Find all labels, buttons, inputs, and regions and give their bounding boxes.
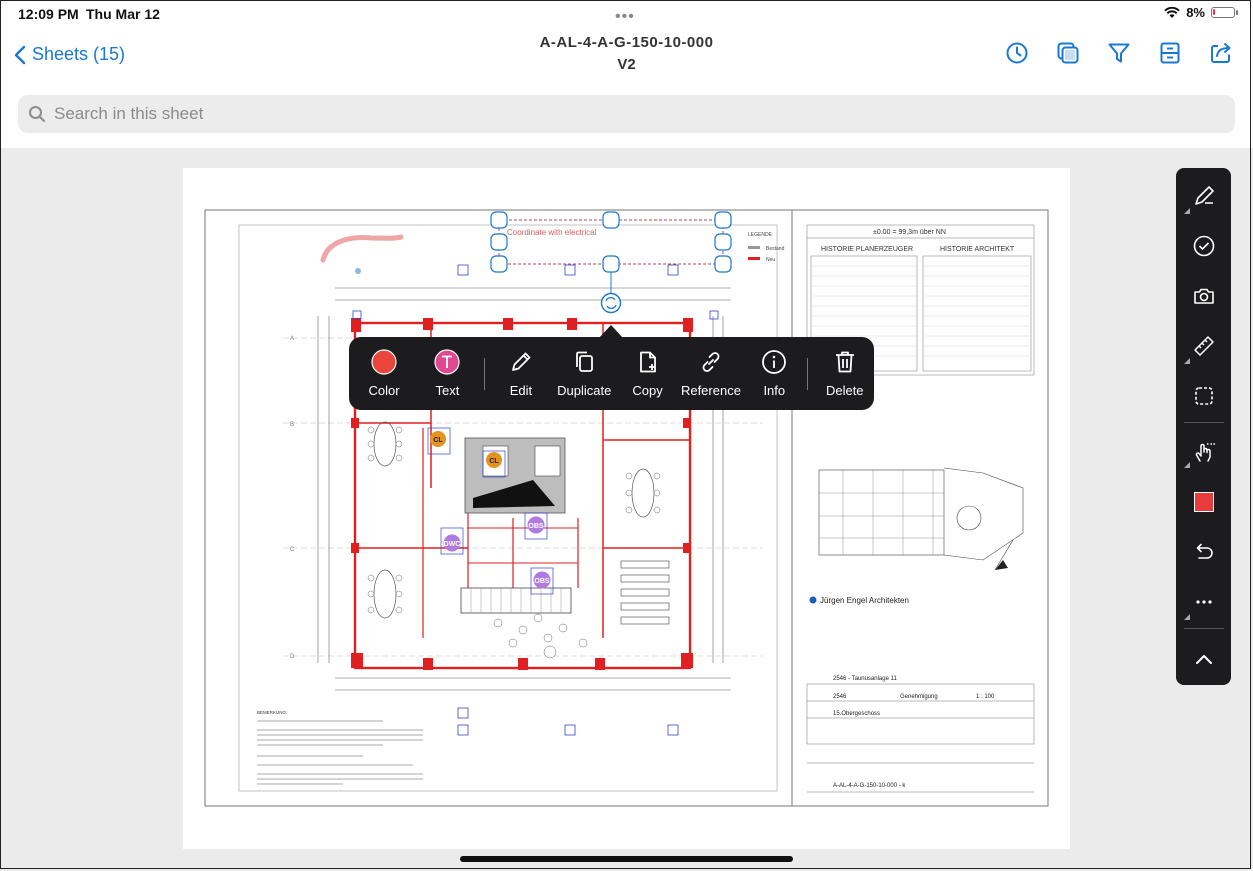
tag-cl-2[interactable]: CL <box>489 458 499 465</box>
measure-tool-button[interactable] <box>1190 332 1218 360</box>
legend-neu: Neu <box>766 257 775 263</box>
undo-icon <box>1196 543 1213 559</box>
ruler-icon <box>1194 336 1214 356</box>
hand-submenu-indicator <box>1184 462 1190 468</box>
copy-button[interactable]: Copy <box>619 337 676 410</box>
text-button[interactable]: Text <box>419 337 476 410</box>
pen-tool-button[interactable] <box>1190 182 1218 210</box>
search-row <box>0 88 1253 148</box>
floor-name: 15.Obergeschoss <box>833 711 880 717</box>
info-button[interactable]: Info <box>746 337 803 410</box>
svg-text:B: B <box>290 422 294 428</box>
wifi-icon <box>1164 6 1180 18</box>
more-button[interactable] <box>1190 588 1218 616</box>
share-icon[interactable] <box>1209 41 1233 65</box>
camera-tool-button[interactable] <box>1190 282 1218 310</box>
markup-toolbar <box>1176 168 1231 685</box>
battery-icon <box>1211 7 1238 18</box>
more-submenu-indicator <box>1184 614 1190 620</box>
pencil-icon <box>512 352 531 371</box>
nav-bar: Sheets (15) A-AL-4-A-G-150-10-000 V2 <box>0 30 1253 88</box>
collapse-toolbar-button[interactable] <box>1190 646 1218 674</box>
delete-button[interactable]: Delete <box>816 337 874 410</box>
info-icon <box>762 350 787 374</box>
clock-icon[interactable] <box>1005 41 1029 65</box>
project-number: 2546 <box>833 694 847 700</box>
annotation-text[interactable]: Coordinate with electrical <box>507 228 597 237</box>
hand-tool-button[interactable] <box>1190 438 1218 466</box>
project-name: 2546 - Taunusanlage 11 <box>833 676 897 682</box>
home-indicator[interactable] <box>460 856 793 862</box>
color-square-icon <box>1194 492 1214 512</box>
status-bar: 12:09 PM Thu Mar 12 ••• 8% <box>0 0 1253 30</box>
filter-icon[interactable] <box>1107 41 1131 65</box>
tag-cl-1[interactable]: CL <box>433 437 443 444</box>
floor-plan-drawing[interactable]: A B C D CL CL DWC OBS OBS LEGENDE: Bestand … <box>183 168 1070 849</box>
status-time: 12:09 PM <box>18 6 79 22</box>
lasso-tool-button[interactable] <box>1190 382 1218 410</box>
pen-icon <box>1195 186 1214 205</box>
layers-icon[interactable] <box>1056 41 1080 65</box>
legend-title: LEGENDE: <box>748 232 773 238</box>
copy-icon <box>639 351 656 373</box>
status-date: Thu Mar 12 <box>86 6 160 22</box>
trash-icon <box>835 351 854 373</box>
lasso-icon <box>1195 387 1213 405</box>
plan-number: A-AL-4-A-G-150-10-000 - k <box>833 783 906 789</box>
color-square-button[interactable] <box>1190 488 1218 516</box>
pen-submenu-indicator <box>1184 208 1190 214</box>
project-phase: Genehmigung <box>900 694 938 700</box>
tag-dwc[interactable]: DWC <box>444 541 461 548</box>
svg-text:D: D <box>290 654 295 660</box>
checkmark-tool-button[interactable] <box>1190 232 1218 260</box>
hand-icon <box>1195 443 1215 462</box>
duplicate-icon <box>576 351 594 372</box>
undo-button[interactable] <box>1190 538 1218 566</box>
camera-icon <box>1194 288 1214 304</box>
text-color-icon <box>434 349 461 375</box>
search-icon <box>29 106 45 122</box>
reference-button[interactable]: Reference <box>676 337 746 410</box>
battery-percent: 8% <box>1186 5 1205 20</box>
checkmark-circle-icon <box>1193 235 1215 257</box>
elevation-note: ±0.00 = 99,3m über NN <box>873 229 946 236</box>
search-input[interactable] <box>52 103 1156 125</box>
svg-text:A: A <box>290 336 294 342</box>
collapse-icon <box>1196 655 1212 664</box>
measure-submenu-indicator <box>1184 358 1190 364</box>
link-icon <box>702 352 720 372</box>
markup-context-menu: Color Text Edit Duplicate Copy Reference… <box>349 337 874 410</box>
drawing-sheet[interactable]: A B C D CL CL DWC OBS OBS LEGENDE: Bestand … <box>183 168 1070 849</box>
tag-obs-2[interactable]: OBS <box>534 578 550 585</box>
legend-bestand: Bestand <box>766 246 785 252</box>
architect-name: Jürgen Engel Architekten <box>820 596 909 605</box>
drawer-icon[interactable] <box>1158 41 1182 65</box>
plan-scale: 1 : 100 <box>976 694 995 700</box>
duplicate-button[interactable]: Duplicate <box>549 337 619 410</box>
history-architekt: HISTORIE ARCHITEKT <box>940 246 1015 253</box>
edit-button[interactable]: Edit <box>493 337 550 410</box>
multitask-dots[interactable]: ••• <box>615 8 635 26</box>
remarks-title: BEMERKUNG: <box>257 710 287 715</box>
color-swatch-icon <box>371 349 397 375</box>
svg-text:C: C <box>290 547 295 553</box>
color-button[interactable]: Color <box>349 337 419 410</box>
rotate-handle[interactable] <box>600 292 622 314</box>
tag-obs-1[interactable]: OBS <box>528 523 544 530</box>
search-bar[interactable] <box>18 95 1235 133</box>
more-icon <box>1196 600 1212 604</box>
history-planerzeuger: HISTORIE PLANERZEUGER <box>821 246 913 253</box>
